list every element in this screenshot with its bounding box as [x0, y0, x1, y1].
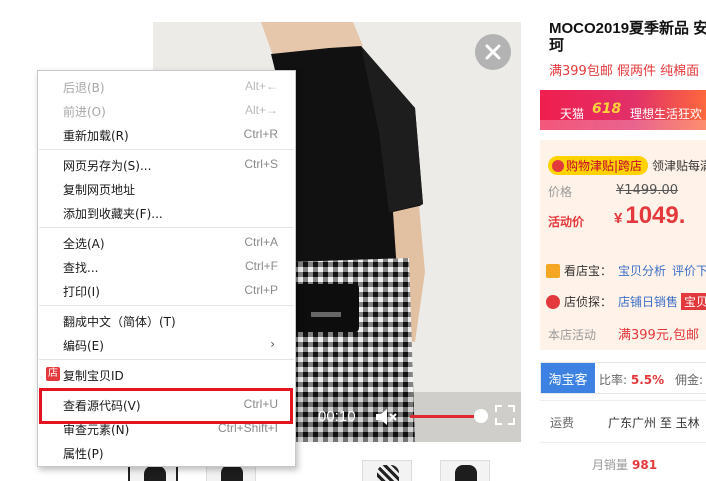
taoke-bar: 淘宝客 比率: 5.5% 佣金: — [540, 362, 706, 394]
menu-item-reload[interactable]: 重新加载(R) Ctrl+R — [38, 123, 295, 145]
diantantan-row: 店侦探： 店铺日销售 宝贝 — [546, 293, 706, 310]
product-subtitle: 满399包邮 假两件 纯棉面 — [549, 64, 700, 79]
menu-item-save-page-as[interactable]: 网页另存为(S)... Ctrl+S — [38, 153, 295, 175]
menu-item-encoding[interactable]: 编码(E) › — [38, 333, 295, 355]
menu-item-find[interactable]: 查找... Ctrl+F — [38, 255, 295, 277]
taoke-button[interactable]: 淘宝客 — [541, 363, 595, 393]
taoke-ratio: 比率: 5.5% — [599, 373, 665, 387]
kandianbao-icon — [546, 264, 560, 278]
taoke-commission: 佣金: — [675, 373, 704, 387]
original-price: ¥1499.00 — [616, 183, 679, 198]
product-analysis-link[interactable]: 宝贝分析 — [618, 264, 666, 278]
volume-slider-handle[interactable] — [474, 409, 488, 423]
shipping-row: 运费 广东广州 至 玉林 — [550, 416, 700, 430]
product-badge[interactable]: 宝贝 — [681, 293, 706, 310]
thumbnail[interactable] — [362, 460, 412, 481]
volume-slider-track[interactable] — [410, 415, 474, 418]
chevron-right-icon: › — [270, 337, 275, 351]
618-logo: 618 — [592, 101, 622, 117]
menu-item-select-all[interactable]: 全选(A) Ctrl+A — [38, 231, 295, 253]
coupon-row[interactable]: 购物津贴|跨店领津贴每满 — [548, 156, 706, 175]
price-label: 价格 — [548, 185, 573, 199]
activity-price: ¥1049. — [614, 202, 686, 229]
coupon-description: 领津贴每满 — [652, 159, 706, 173]
coupon-icon — [552, 160, 564, 172]
volume-icon[interactable] — [374, 406, 398, 428]
highlight-box — [39, 388, 293, 424]
diantantan-icon — [546, 295, 560, 309]
menu-item-copy-item-id[interactable]: 店复制宝贝ID — [38, 363, 295, 385]
close-icon — [485, 44, 501, 60]
menu-item-add-to-favorites[interactable]: 添加到收藏夹(F)... — [38, 201, 295, 223]
kandianbao-row: 看店宝： 宝贝分析 评价下 — [546, 262, 706, 279]
menu-item-print[interactable]: 打印(I) Ctrl+P — [38, 279, 295, 301]
shop-activity: 本店活动 满399元,包邮 — [548, 328, 699, 343]
thumbnail[interactable] — [440, 460, 490, 481]
product-title: MOCO2019夏季新品 安珂 — [549, 20, 706, 54]
tmall-618-banner[interactable]: 天猫 618 理想生活狂欢 — [540, 90, 706, 130]
shop-daily-sales-link[interactable]: 店铺日销售 — [618, 295, 678, 309]
menu-item-forward[interactable]: 前进(O) Alt+→ — [38, 99, 295, 121]
menu-item-translate[interactable]: 翻成中文（简体）(T) — [38, 309, 295, 331]
menu-item-properties[interactable]: 属性(P) — [38, 441, 295, 463]
close-video-button[interactable] — [475, 34, 511, 70]
menu-item-back[interactable]: 后退(B) Alt+← — [38, 75, 295, 97]
activity-price-label: 活动价 — [548, 215, 585, 229]
video-current-time: 00:10 — [318, 408, 356, 425]
fullscreen-icon[interactable] — [494, 404, 516, 426]
shop-icon: 店 — [46, 367, 60, 381]
monthly-sales: 月销量 981 — [592, 458, 658, 472]
shipping-route[interactable]: 广东广州 至 玉林 — [608, 416, 700, 430]
coupon-badge: 购物津贴|跨店 — [548, 156, 649, 175]
menu-item-copy-page-url[interactable]: 复制网页地址 — [38, 177, 295, 199]
review-link[interactable]: 评价下 — [672, 264, 706, 278]
